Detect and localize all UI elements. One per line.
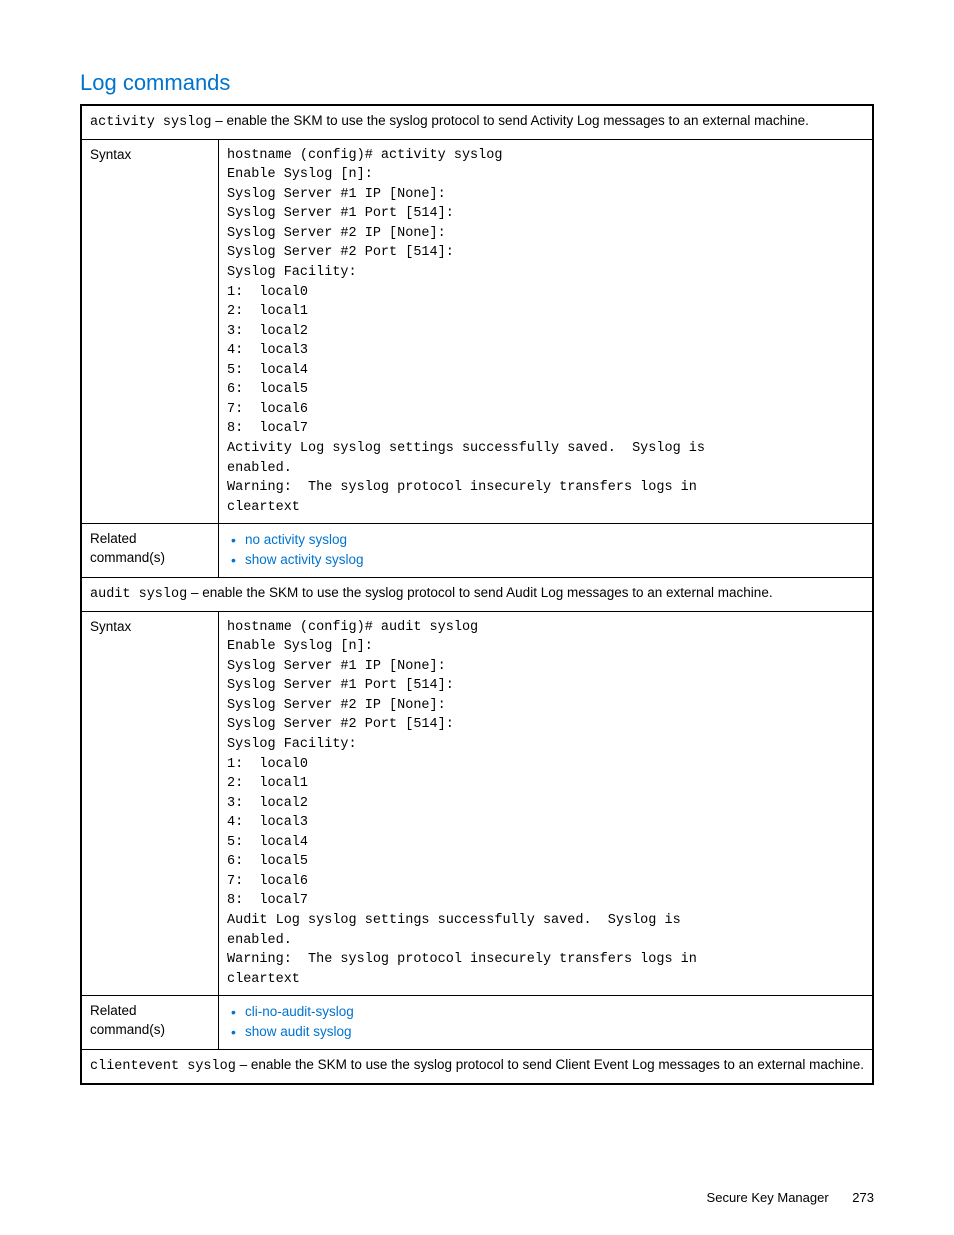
command-name: activity syslog — [90, 115, 212, 130]
command-description: – enable the SKM to use the syslog proto… — [212, 113, 809, 128]
list-item: no activity syslog — [245, 531, 864, 550]
related-label: Related command(s) — [81, 996, 219, 1050]
command-description: – enable the SKM to use the syslog proto… — [236, 1057, 864, 1072]
code-block: hostname (config)# activity syslog Enabl… — [227, 146, 864, 518]
command-header: clientevent syslog – enable the SKM to u… — [81, 1050, 873, 1084]
list-item: show audit syslog — [245, 1023, 864, 1042]
related-links-cell: no activity syslog show activity syslog — [219, 524, 874, 578]
syntax-label: Syntax — [81, 139, 219, 524]
command-name: clientevent syslog — [90, 1059, 236, 1074]
section-title: Log commands — [80, 70, 874, 96]
syntax-code: hostname (config)# activity syslog Enabl… — [219, 139, 874, 524]
list-item: show activity syslog — [245, 551, 864, 570]
related-link[interactable]: show audit syslog — [245, 1024, 352, 1039]
command-name: audit syslog — [90, 587, 187, 602]
list-item: cli-no-audit-syslog — [245, 1003, 864, 1022]
command-table: activity syslog – enable the SKM to use … — [80, 104, 874, 1085]
related-link[interactable]: cli-no-audit-syslog — [245, 1004, 354, 1019]
code-block: hostname (config)# audit syslog Enable S… — [227, 618, 864, 990]
related-label: Related command(s) — [81, 524, 219, 578]
page-footer: Secure Key Manager 273 — [707, 1190, 874, 1205]
command-header: activity syslog – enable the SKM to use … — [81, 105, 873, 139]
related-link[interactable]: show activity syslog — [245, 552, 364, 567]
footer-text: Secure Key Manager — [707, 1190, 829, 1205]
command-header: audit syslog – enable the SKM to use the… — [81, 578, 873, 612]
syntax-code: hostname (config)# audit syslog Enable S… — [219, 611, 874, 996]
related-link[interactable]: no activity syslog — [245, 532, 347, 547]
footer-page-number: 273 — [852, 1190, 874, 1205]
command-description: – enable the SKM to use the syslog proto… — [187, 585, 772, 600]
related-links-cell: cli-no-audit-syslog show audit syslog — [219, 996, 874, 1050]
syntax-label: Syntax — [81, 611, 219, 996]
